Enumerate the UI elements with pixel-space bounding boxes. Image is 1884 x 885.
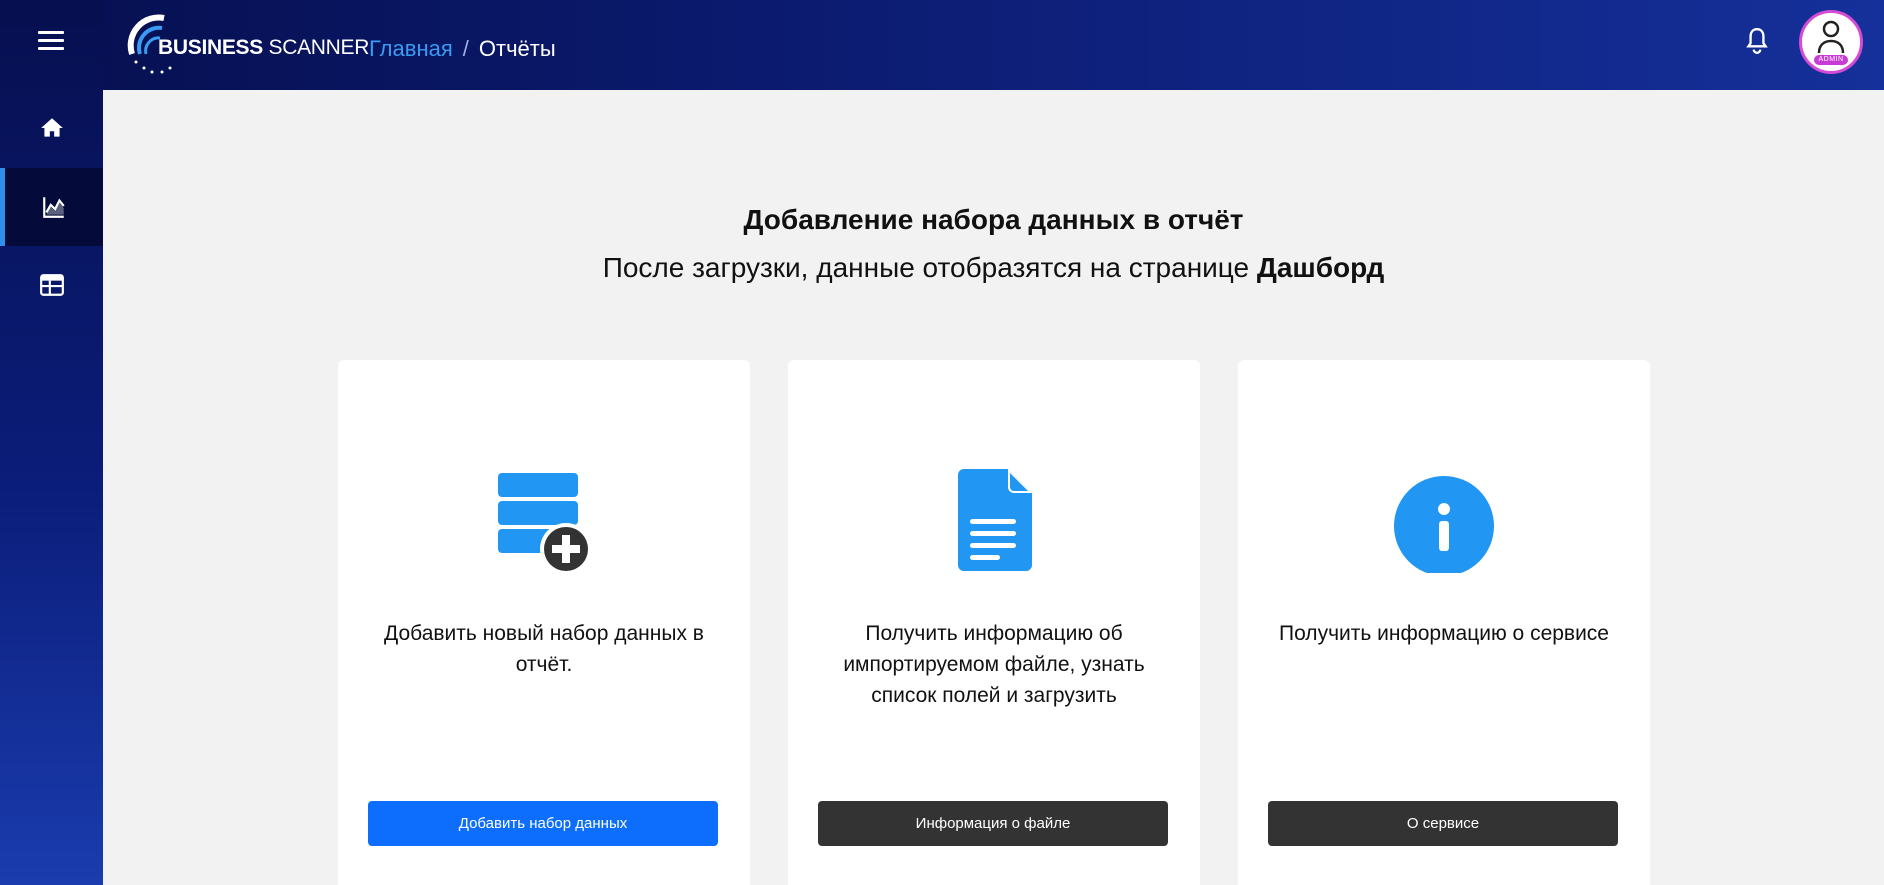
breadcrumb-home-link[interactable]: Главная — [369, 36, 453, 61]
breadcrumb-current: Отчёты — [478, 36, 556, 61]
admin-badge: ADMIN — [1814, 55, 1848, 65]
database-add-icon — [498, 473, 592, 573]
user-avatar[interactable]: ADMIN — [1799, 10, 1863, 74]
menu-icon[interactable] — [38, 31, 64, 51]
info-icon — [1394, 476, 1494, 573]
file-info-button[interactable]: Информация о файле — [818, 801, 1168, 846]
sidebar-item-reports[interactable] — [0, 168, 103, 246]
page-title: Добавление набора данных в отчёт — [743, 204, 1244, 235]
document-icon — [958, 469, 1032, 571]
sidebar — [0, 0, 103, 885]
card-service-info: Получить информацию о сервисе О сервисе — [1238, 360, 1650, 885]
dashboard-link-text: Дашборд — [1256, 252, 1385, 283]
home-icon — [40, 118, 63, 137]
logo-text: BUSINESS SCANNER — [158, 36, 370, 59]
breadcrumb-separator: / — [462, 36, 469, 61]
bell-icon[interactable] — [1744, 26, 1770, 56]
table-icon — [39, 274, 64, 296]
breadcrumb: Главная / Отчёты — [369, 36, 556, 62]
business-scanner-logo[interactable]: BUSINESS SCANNER — [124, 10, 369, 76]
card-description: Получить информацию об импортируемом фай… — [843, 622, 1145, 707]
user-icon — [1817, 20, 1845, 54]
chart-icon — [43, 197, 65, 218]
card-add-dataset: Добавить новый набор данных в отчёт. Доб… — [338, 360, 750, 885]
sidebar-item-home[interactable] — [0, 89, 103, 167]
add-dataset-button[interactable]: Добавить набор данных — [368, 801, 718, 846]
about-service-button[interactable]: О сервисе — [1268, 801, 1618, 846]
card-description: Получить информацию о сервисе — [1279, 622, 1609, 645]
sidebar-item-tables[interactable] — [0, 246, 103, 324]
page-subtitle: После загрузки, данные отобразятся на ст… — [602, 252, 1385, 283]
card-description: Добавить новый набор данных в отчёт. — [384, 622, 704, 676]
card-file-info: Получить информацию об импортируемом фай… — [788, 360, 1200, 885]
